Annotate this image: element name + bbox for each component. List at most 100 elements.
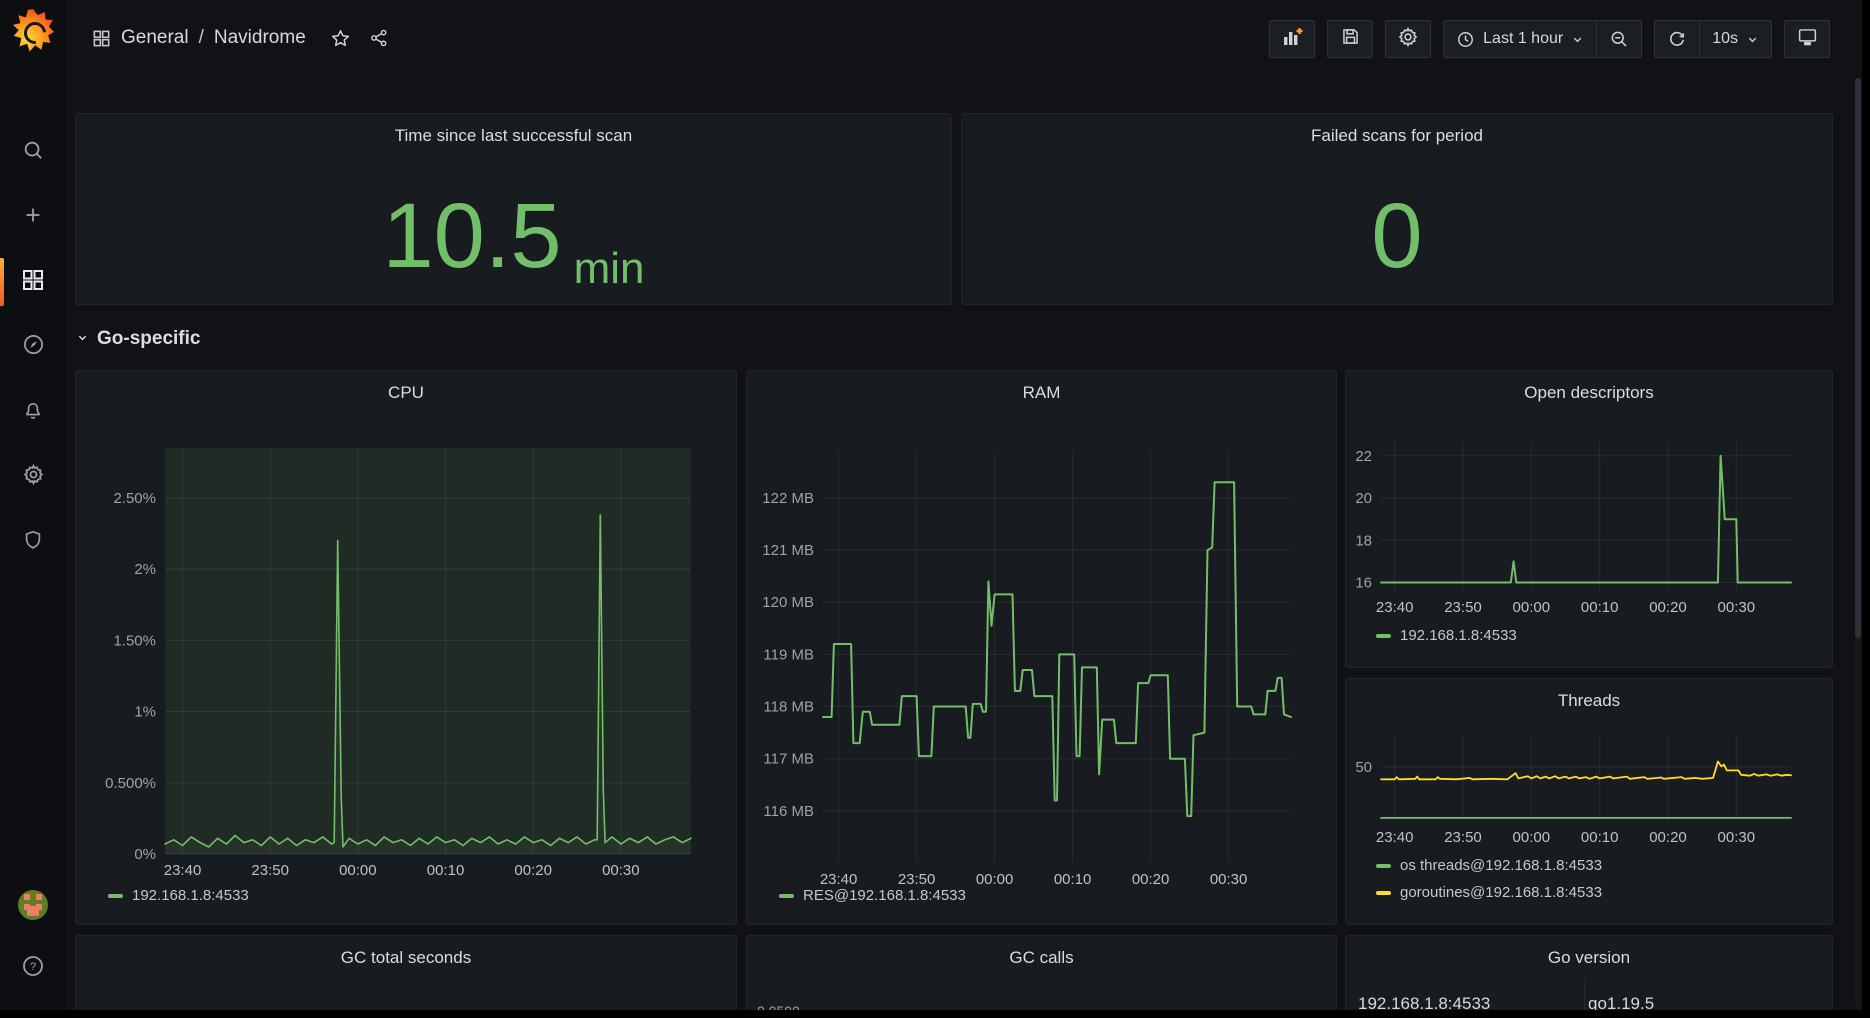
svg-text:00:20: 00:20 [1649,599,1687,616]
scrollbar[interactable] [1855,78,1861,1008]
breadcrumb-folder[interactable]: General [121,27,189,49]
legend-item[interactable]: 192.168.1.8:4533 [1376,627,1517,644]
tv-mode-button[interactable] [1784,20,1830,58]
time-range-caret-icon [1571,33,1584,46]
shield-icon [22,529,44,556]
sidebar-item-alerting[interactable] [0,384,66,440]
svg-text:00:30: 00:30 [1718,599,1756,616]
avatar-pixels [24,894,30,900]
add-panel-button[interactable] [1269,20,1315,58]
descriptors-chart[interactable]: 1618202223:4023:5000:0000:1000:2000:30 [1346,371,1832,667]
dashboard-toolbar: Last 1 hour 10s [1269,20,1830,58]
refresh-button[interactable] [1655,21,1699,57]
section-row-go-specific[interactable]: Go-specific [76,328,200,350]
chevron-down-icon [76,328,89,350]
legend-label: RES@192.168.1.8:4533 [803,887,966,904]
time-range-button[interactable]: Last 1 hour [1444,21,1596,57]
legend-item[interactable]: 192.168.1.8:4533 [108,887,249,904]
svg-text:00:10: 00:10 [1054,871,1092,888]
scrollbar-thumb[interactable] [1855,78,1861,638]
dashboards-icon [21,268,45,297]
refresh-interval-button[interactable]: 10s [1700,21,1771,57]
svg-text:?: ? [30,961,36,973]
legend-item[interactable]: RES@192.168.1.8:4533 [779,887,966,904]
panel-go-version: Go version 192.168.1.8:4533 go1.19.5 [1345,935,1833,1018]
grafana-logo[interactable] [12,9,54,53]
svg-text:0%: 0% [134,846,156,863]
legend-swatch [1376,891,1391,895]
legend-item[interactable]: os threads@192.168.1.8:4533 [1376,857,1602,874]
window-edge-bottom [0,1010,1870,1018]
svg-text:23:50: 23:50 [251,862,289,879]
ram-legend: RES@192.168.1.8:4533 [779,887,966,904]
share-icon[interactable] [369,28,389,48]
panel-title[interactable]: GC total seconds [76,948,736,968]
save-dashboard-icon [1340,26,1361,52]
sidebar-item-server-admin[interactable] [0,514,66,570]
cpu-chart[interactable]: 0%0.500%1%1.50%2%2.50%23:4023:5000:0000:… [76,371,736,924]
navbar: General / Navidrome Last 1 hour [66,0,1862,76]
star-icon[interactable] [330,28,351,49]
sidebar-item-explore[interactable] [0,319,66,375]
panel-title[interactable]: GC calls [747,948,1336,968]
svg-text:23:40: 23:40 [820,871,858,888]
svg-text:23:40: 23:40 [1376,829,1414,846]
svg-text:00:20: 00:20 [514,862,552,879]
svg-text:118 MB: 118 MB [763,699,814,716]
svg-text:23:40: 23:40 [1376,599,1414,616]
breadcrumb-separator: / [199,27,204,49]
svg-text:122 MB: 122 MB [762,490,814,507]
legend-label: goroutines@192.168.1.8:4533 [1400,884,1602,901]
sidebar-item-search[interactable] [0,124,66,180]
dashboard-grid-icon [92,29,111,48]
failed-scans-value: 0 [962,168,1832,304]
refresh-caret-icon [1746,33,1759,46]
panel-title[interactable]: Time since last successful scan [76,126,951,146]
stat-number: 0 [1371,190,1422,282]
svg-text:23:50: 23:50 [1444,829,1482,846]
compass-icon [22,333,45,361]
stat-unit: min [574,244,645,294]
save-dashboard-button[interactable] [1327,20,1373,58]
legend-item[interactable]: goroutines@192.168.1.8:4533 [1376,884,1602,901]
svg-text:23:50: 23:50 [898,871,936,888]
svg-text:1.50%: 1.50% [113,632,156,649]
sidebar: ? [0,0,66,1018]
clock-icon [1456,30,1475,49]
panel-title[interactable]: Go version [1346,948,1832,968]
dashboard-settings-icon [1397,26,1419,53]
ram-chart[interactable]: 116 MB117 MB118 MB119 MB120 MB121 MB122 … [747,371,1336,924]
svg-text:23:40: 23:40 [164,862,202,879]
svg-text:00:00: 00:00 [339,862,377,879]
refresh-group: 10s [1654,20,1772,58]
panel-gc-calls: GC calls 0.0500 [746,935,1337,1018]
svg-text:00:30: 00:30 [1210,871,1248,888]
svg-text:1%: 1% [134,704,156,721]
sidebar-item-configuration[interactable] [0,449,66,505]
dashboard-settings-button[interactable] [1385,20,1431,58]
svg-text:22: 22 [1355,448,1372,465]
refresh-interval-label: 10s [1712,30,1738,48]
svg-text:116 MB: 116 MB [763,803,814,820]
legend-swatch [1376,864,1391,868]
svg-text:00:00: 00:00 [976,871,1014,888]
avatar[interactable] [18,890,48,920]
panel-title[interactable]: Failed scans for period [962,126,1832,146]
time-range-label: Last 1 hour [1483,30,1563,48]
gear-icon [22,463,45,491]
sidebar-item-help[interactable]: ? [0,940,66,996]
svg-text:50: 50 [1355,759,1372,776]
svg-text:23:50: 23:50 [1444,599,1482,616]
breadcrumb-dashboard[interactable]: Navidrome [214,27,306,49]
panel-cpu: CPU 0%0.500%1%1.50%2%2.50%23:4023:5000:0… [75,370,737,925]
sidebar-item-dashboards[interactable] [0,254,66,310]
zoom-out-button[interactable] [1597,21,1641,57]
add-panel-icon [1280,25,1304,54]
svg-text:117 MB: 117 MB [763,751,814,768]
sidebar-item-create[interactable] [0,189,66,245]
svg-text:00:00: 00:00 [1513,829,1551,846]
legend-swatch [1376,634,1391,638]
svg-text:00:30: 00:30 [1718,829,1756,846]
tv-mode-icon [1797,26,1818,52]
legend-label: 192.168.1.8:4533 [132,887,249,904]
